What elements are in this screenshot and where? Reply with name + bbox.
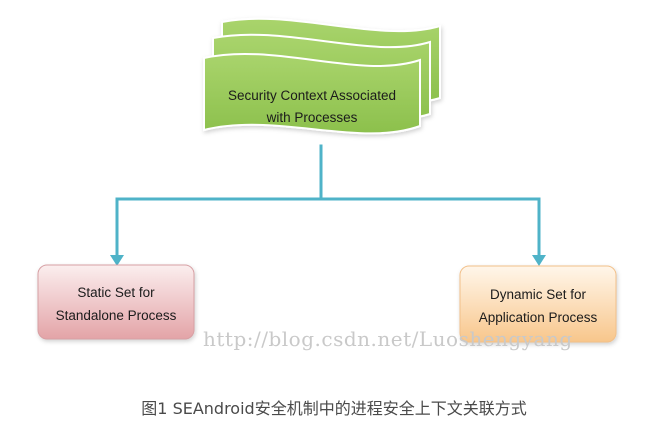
arrowhead-left	[110, 255, 124, 266]
right-node-label-line2: Application Process	[479, 310, 598, 325]
watermark-text: http://blog.csdn.net/Luoshengyang	[203, 327, 573, 351]
top-node: Security Context Associated with Process…	[203, 17, 441, 135]
left-node: Static Set for Standalone Process	[37, 264, 195, 340]
arrowhead-right	[532, 255, 546, 266]
left-node-box	[37, 264, 195, 340]
left-node-label-line2: Standalone Process	[56, 308, 177, 323]
top-node-label-line2: with Processes	[266, 110, 358, 125]
left-node-label-line1: Static Set for	[77, 285, 155, 300]
right-node-label-line1: Dynamic Set for	[490, 287, 587, 302]
connectors	[115, 144, 541, 258]
top-node-label-line1: Security Context Associated	[228, 88, 396, 103]
figure-caption: 图1 SEAndroid安全机制中的进程安全上下文关联方式	[141, 399, 527, 418]
diagram: Security Context Associated with Process…	[37, 17, 617, 351]
